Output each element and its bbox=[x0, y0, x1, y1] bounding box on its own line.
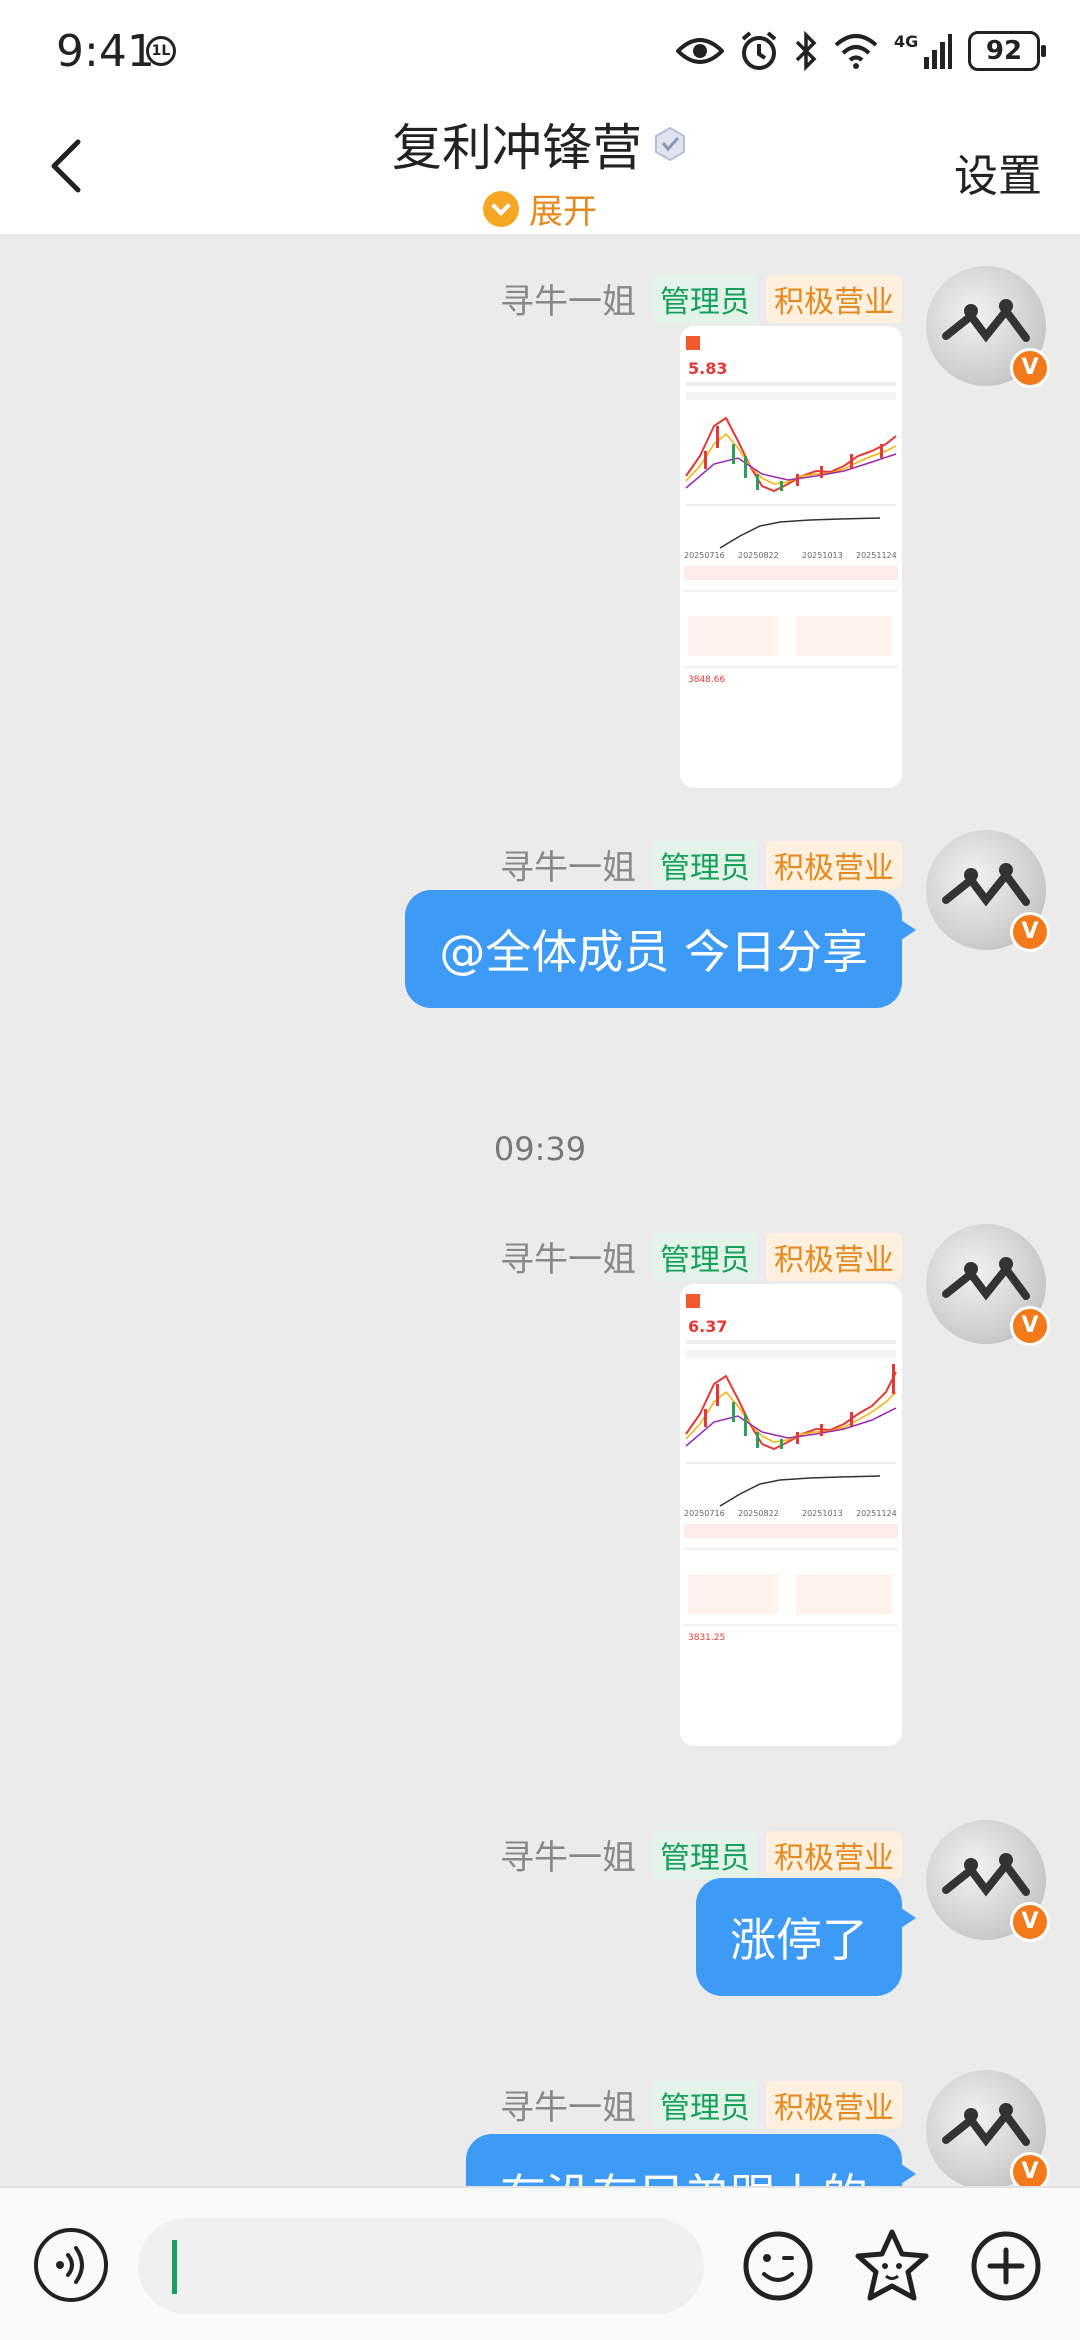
status-time: 9:41 bbox=[56, 26, 155, 77]
admin-tag: 管理员 bbox=[652, 274, 758, 323]
message-bubble[interactable]: 有没有兄弟跟上的 bbox=[466, 2134, 916, 2186]
sticker-icon[interactable] bbox=[852, 2226, 932, 2306]
status-icons: 4G 92 bbox=[676, 28, 1046, 74]
plus-icon[interactable] bbox=[966, 2226, 1046, 2306]
svg-text:20250822: 20250822 bbox=[738, 551, 779, 560]
message-header: 寻牛一姐 管理员 积极营业 bbox=[500, 2080, 902, 2129]
vip-badge-icon: V bbox=[1010, 1306, 1050, 1346]
vip-badge-icon: V bbox=[1010, 348, 1050, 388]
bluetooth-icon bbox=[795, 31, 817, 71]
message-timestamp: 09:39 bbox=[493, 1130, 587, 1168]
avatar[interactable]: V bbox=[926, 1820, 1050, 1942]
svg-text:20251013: 20251013 bbox=[802, 551, 843, 560]
vip-badge-icon: V bbox=[1010, 2152, 1050, 2186]
avatar[interactable]: V bbox=[926, 266, 1050, 388]
vip-badge-icon: V bbox=[1010, 912, 1050, 952]
expand-label: 展开 bbox=[529, 192, 597, 232]
message-header: 寻牛一姐 管理员 积极营业 bbox=[500, 840, 902, 889]
emoji-icon[interactable] bbox=[738, 2226, 818, 2306]
status-bar: 9:41 1L 4G 92 bbox=[0, 0, 1080, 96]
image-price: 5.83 bbox=[688, 359, 727, 378]
avatar[interactable]: V bbox=[926, 830, 1050, 952]
admin-tag: 管理员 bbox=[652, 1830, 758, 1879]
vip-badge-icon: V bbox=[1010, 1902, 1050, 1942]
svg-text:20250716: 20250716 bbox=[684, 551, 725, 560]
message-item: 寻牛一姐 管理员 积极营业 V @全体成员 今日分享 bbox=[0, 830, 1080, 1008]
admin-tag: 管理员 bbox=[652, 2080, 758, 2129]
active-tag: 积极营业 bbox=[766, 2080, 902, 2129]
input-bar bbox=[0, 2186, 1080, 2340]
message-item: 寻牛一姐 管理员 积极营业 V 涨停了 bbox=[0, 1820, 1080, 2000]
shared-image[interactable]: 6.37 20250716 20250822 20251013 20251124 bbox=[680, 1284, 902, 1746]
message-header: 寻牛一姐 管理员 积极营业 bbox=[500, 1830, 902, 1879]
stock-chart-screenshot: 5.83 20250716 20250822 20251013 20251124 bbox=[680, 326, 902, 788]
active-tag: 积极营业 bbox=[766, 1232, 902, 1281]
alarm-icon bbox=[741, 31, 777, 70]
voice-waves-icon bbox=[56, 2246, 84, 2284]
message-bubble[interactable]: 涨停了 bbox=[696, 1878, 916, 1996]
notification-icon: 1L bbox=[146, 36, 176, 66]
message-header: 寻牛一姐 管理员 积极营业 bbox=[500, 274, 902, 323]
message-bubble[interactable]: @全体成员 今日分享 bbox=[405, 890, 916, 1008]
stock-chart-screenshot: 6.37 20250716 20250822 20251013 20251124 bbox=[680, 1284, 902, 1746]
message-input[interactable] bbox=[138, 2218, 704, 2314]
admin-tag: 管理员 bbox=[652, 840, 758, 889]
sender-name[interactable]: 寻牛一姐 bbox=[500, 1830, 636, 1879]
svg-text:3831.25: 3831.25 bbox=[688, 1633, 725, 1643]
verified-badge-icon bbox=[655, 126, 685, 162]
chat-area[interactable]: 寻牛一姐 管理员 积极营业 V 5.83 20250716 20250822 2… bbox=[0, 234, 1080, 2186]
group-name: 复利冲锋营 bbox=[392, 119, 642, 177]
svg-text:4G: 4G bbox=[894, 32, 918, 51]
chat-header: 复利冲锋营 展开 设置 bbox=[0, 96, 1080, 234]
voice-icon[interactable] bbox=[34, 2228, 108, 2302]
signal-icon: 4G bbox=[894, 32, 952, 69]
shared-image[interactable]: 5.83 20250716 20250822 20251013 20251124 bbox=[680, 326, 902, 788]
expand-chevron-icon bbox=[483, 190, 519, 227]
active-tag: 积极营业 bbox=[766, 274, 902, 323]
sender-name[interactable]: 寻牛一姐 bbox=[500, 274, 636, 323]
svg-text:20250822: 20250822 bbox=[738, 1509, 779, 1518]
settings-button[interactable]: 设置 bbox=[954, 140, 1042, 204]
title-wrap: 复利冲锋营 bbox=[0, 108, 1080, 180]
message-item: 寻牛一姐 管理员 积极营业 V 6.37 20250716 20250822 2… bbox=[0, 1224, 1080, 1746]
message-item: 寻牛一姐 管理员 积极营业 V 5.83 20250716 20250822 2… bbox=[0, 266, 1080, 788]
sender-name[interactable]: 寻牛一姐 bbox=[500, 840, 636, 889]
message-header: 寻牛一姐 管理员 积极营业 bbox=[500, 1232, 902, 1281]
sender-name[interactable]: 寻牛一姐 bbox=[500, 2080, 636, 2129]
admin-tag: 管理员 bbox=[652, 1232, 758, 1281]
svg-text:20251013: 20251013 bbox=[802, 1509, 843, 1518]
active-tag: 积极营业 bbox=[766, 840, 902, 889]
message-item: 寻牛一姐 管理员 积极营业 V 有没有兄弟跟上的 bbox=[0, 2070, 1080, 2186]
battery-indicator: 92 bbox=[968, 31, 1046, 71]
group-title[interactable]: 复利冲锋营 bbox=[392, 108, 688, 180]
text-cursor bbox=[172, 2240, 177, 2294]
svg-text:20251124: 20251124 bbox=[856, 1509, 897, 1518]
sender-name[interactable]: 寻牛一姐 bbox=[500, 1232, 636, 1281]
svg-text:20251124: 20251124 bbox=[856, 551, 897, 560]
svg-text:20250716: 20250716 bbox=[684, 1509, 725, 1518]
wifi-icon bbox=[834, 34, 878, 69]
eye-icon bbox=[676, 38, 724, 64]
avatar[interactable]: V bbox=[926, 1224, 1050, 1346]
svg-text:3848.66: 3848.66 bbox=[688, 675, 725, 685]
image-price: 6.37 bbox=[688, 1317, 727, 1336]
expand-toggle[interactable]: 展开 bbox=[0, 184, 1080, 236]
active-tag: 积极营业 bbox=[766, 1830, 902, 1879]
avatar[interactable]: V bbox=[926, 2070, 1050, 2186]
